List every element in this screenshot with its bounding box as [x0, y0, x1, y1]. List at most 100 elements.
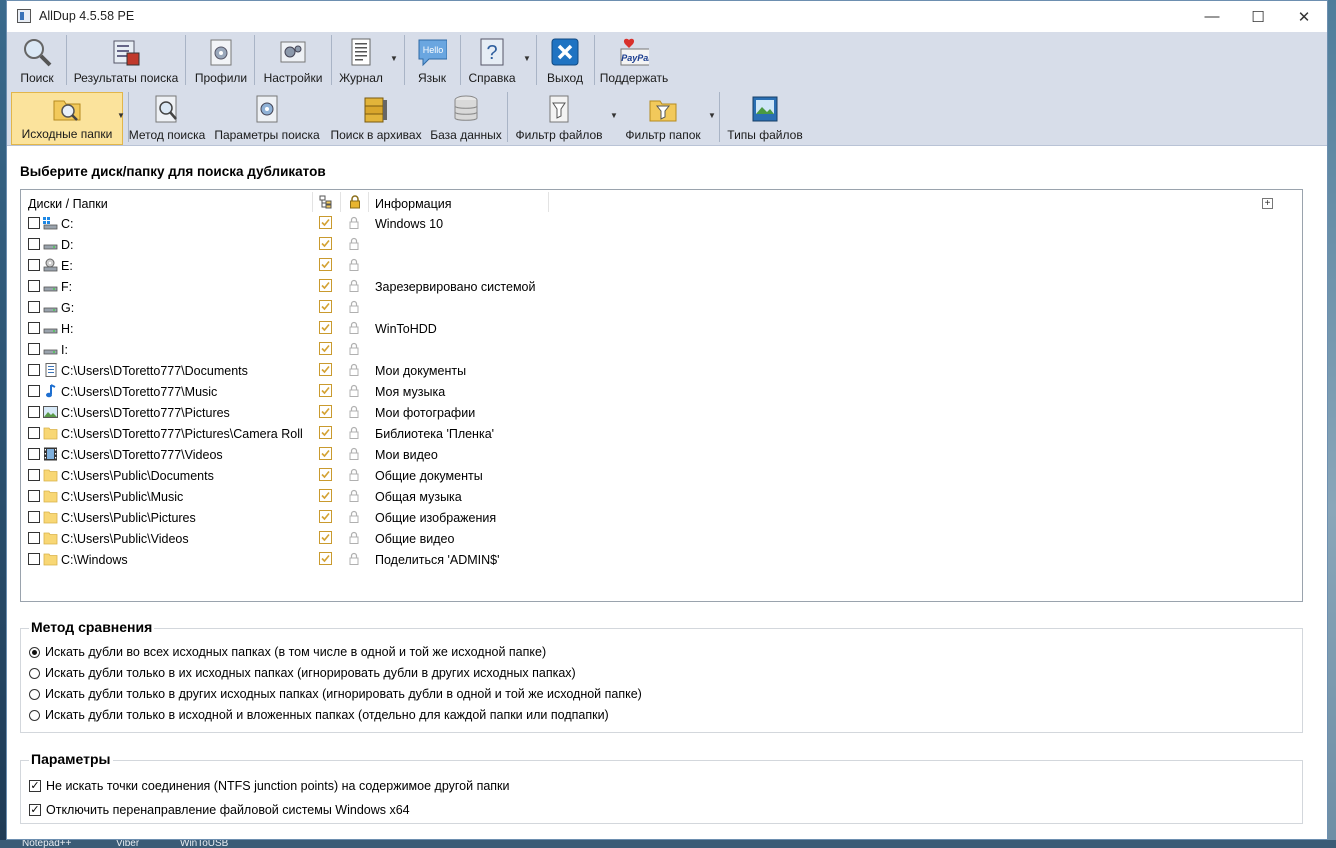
- folder-checkbox[interactable]: [28, 406, 40, 418]
- results-button[interactable]: Результаты поиска: [69, 32, 183, 88]
- column-header-info[interactable]: Информация: [375, 197, 452, 211]
- folder-row[interactable]: C:\Users\Public\Videos Общие видео: [21, 528, 1302, 549]
- include-subfolders-checkbox[interactable]: [319, 321, 332, 334]
- lock-icon[interactable]: [348, 237, 360, 250]
- folder-row[interactable]: F: Зарезервировано системой: [21, 276, 1302, 297]
- close-button[interactable]: ✕: [1281, 1, 1327, 32]
- include-subfolders-checkbox[interactable]: [319, 552, 332, 565]
- lock-icon[interactable]: [348, 489, 360, 502]
- folder-row[interactable]: I:: [21, 339, 1302, 360]
- include-subfolders-checkbox[interactable]: [319, 489, 332, 502]
- lock-icon[interactable]: [348, 216, 360, 229]
- subfolders-column-icon[interactable]: [319, 195, 333, 209]
- help-dropdown-icon[interactable]: ▼: [523, 54, 531, 63]
- include-subfolders-checkbox[interactable]: [319, 279, 332, 292]
- taskbar-item-viber[interactable]: Viber: [116, 840, 139, 848]
- folder-checkbox[interactable]: [28, 259, 40, 271]
- compare-option[interactable]: Искать дубли только в других исходных па…: [29, 684, 642, 704]
- add-column-button[interactable]: +: [1262, 198, 1273, 209]
- settings-button[interactable]: Настройки: [260, 32, 326, 88]
- source-dropdown-icon[interactable]: ▼: [117, 111, 125, 120]
- lock-icon[interactable]: [348, 363, 360, 376]
- search-method-button[interactable]: Метод поиска: [129, 89, 205, 145]
- maximize-button[interactable]: ☐: [1235, 1, 1281, 32]
- folder-row[interactable]: C:\Users\DToretto777\Pictures\Camera Rol…: [21, 423, 1302, 444]
- include-subfolders-checkbox[interactable]: [319, 384, 332, 397]
- lock-icon[interactable]: [348, 342, 360, 355]
- archive-search-button[interactable]: Поиск в архивах: [330, 89, 422, 145]
- exit-button[interactable]: Выход: [540, 32, 590, 88]
- donate-button[interactable]: PayPal Поддержать: [598, 32, 670, 88]
- folder-row[interactable]: C: Windows 10: [21, 213, 1302, 234]
- folder-checkbox[interactable]: [28, 364, 40, 376]
- folder-filter-dropdown-icon[interactable]: ▼: [708, 111, 716, 120]
- lock-icon[interactable]: [348, 552, 360, 565]
- include-subfolders-checkbox[interactable]: [319, 426, 332, 439]
- taskbar-item-wintousb[interactable]: WinToUSB: [180, 840, 228, 848]
- folder-row[interactable]: C:\Users\Public\Pictures Общие изображени…: [21, 507, 1302, 528]
- folder-checkbox[interactable]: [28, 322, 40, 334]
- folder-row[interactable]: C:\Users\DToretto777\Videos Мои видео: [21, 444, 1302, 465]
- lock-icon[interactable]: [348, 468, 360, 481]
- include-subfolders-checkbox[interactable]: [319, 363, 332, 376]
- lock-icon[interactable]: [348, 384, 360, 397]
- log-button[interactable]: Журнал: [335, 32, 387, 88]
- folder-checkbox[interactable]: [28, 301, 40, 313]
- folder-checkbox[interactable]: [28, 427, 40, 439]
- parameter-checkbox[interactable]: ✓: [29, 804, 41, 816]
- compare-option[interactable]: Искать дубли только в исходной и вложенн…: [29, 705, 609, 725]
- folder-row[interactable]: C:\Users\Public\Music Общая музыка: [21, 486, 1302, 507]
- include-subfolders-checkbox[interactable]: [319, 531, 332, 544]
- radio-button[interactable]: [29, 709, 40, 721]
- help-button[interactable]: ? Справка: [465, 32, 519, 88]
- compare-option[interactable]: Искать дубли во всех исходных папках (в …: [29, 642, 546, 662]
- folder-row[interactable]: E:: [21, 255, 1302, 276]
- include-subfolders-checkbox[interactable]: [319, 405, 332, 418]
- folder-checkbox[interactable]: [28, 217, 40, 229]
- include-subfolders-checkbox[interactable]: [319, 300, 332, 313]
- lock-icon[interactable]: [348, 300, 360, 313]
- include-subfolders-checkbox[interactable]: [319, 216, 332, 229]
- minimize-button[interactable]: —: [1189, 1, 1235, 32]
- include-subfolders-checkbox[interactable]: [319, 447, 332, 460]
- folder-checkbox[interactable]: [28, 532, 40, 544]
- folder-checkbox[interactable]: [28, 490, 40, 502]
- compare-option[interactable]: Искать дубли только в их исходных папках…: [29, 663, 576, 683]
- include-subfolders-checkbox[interactable]: [319, 510, 332, 523]
- folder-checkbox[interactable]: [28, 448, 40, 460]
- folder-checkbox[interactable]: [28, 343, 40, 355]
- column-header-name[interactable]: Диски / Папки: [28, 197, 108, 211]
- taskbar-item-notepad[interactable]: Notepad++: [22, 840, 72, 848]
- file-filter-dropdown-icon[interactable]: ▼: [610, 111, 618, 120]
- folder-row[interactable]: G:: [21, 297, 1302, 318]
- folder-row[interactable]: H: WinToHDD: [21, 318, 1302, 339]
- include-subfolders-checkbox[interactable]: [319, 258, 332, 271]
- folder-row[interactable]: D:: [21, 234, 1302, 255]
- folder-row[interactable]: C:\Users\DToretto777\Music Моя музыка: [21, 381, 1302, 402]
- include-subfolders-checkbox[interactable]: [319, 237, 332, 250]
- radio-button[interactable]: [29, 667, 40, 679]
- folder-checkbox[interactable]: [28, 553, 40, 565]
- radio-button[interactable]: [29, 688, 40, 700]
- lock-icon[interactable]: [348, 447, 360, 460]
- source-folders-button[interactable]: Исходные папки: [11, 92, 123, 145]
- parameter-option[interactable]: ✓ Отключить перенаправление файловой сист…: [29, 800, 410, 820]
- folder-row[interactable]: C:\Users\Public\Documents Общие документы: [21, 465, 1302, 486]
- folder-list[interactable]: Диски / Папки Информация + C: Windows 10 D…: [20, 189, 1303, 602]
- folder-checkbox[interactable]: [28, 385, 40, 397]
- lock-icon[interactable]: [348, 426, 360, 439]
- search-params-button[interactable]: Параметры поиска: [214, 89, 320, 145]
- lock-icon[interactable]: [348, 531, 360, 544]
- lock-icon[interactable]: [348, 279, 360, 292]
- include-subfolders-checkbox[interactable]: [319, 342, 332, 355]
- parameter-option[interactable]: ✓ Не искать точки соединения (NTFS juncti…: [29, 776, 510, 796]
- search-button[interactable]: Поиск: [9, 32, 65, 88]
- folder-checkbox[interactable]: [28, 238, 40, 250]
- language-button[interactable]: Hello Язык: [408, 32, 456, 88]
- folder-checkbox[interactable]: [28, 469, 40, 481]
- file-filter-button[interactable]: Фильтр файлов: [512, 89, 606, 145]
- include-subfolders-checkbox[interactable]: [319, 468, 332, 481]
- lock-icon[interactable]: [348, 510, 360, 523]
- parameter-checkbox[interactable]: ✓: [29, 780, 41, 792]
- log-dropdown-icon[interactable]: ▼: [390, 54, 398, 63]
